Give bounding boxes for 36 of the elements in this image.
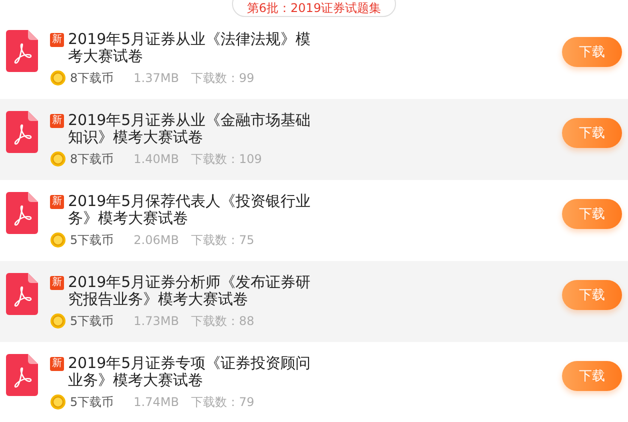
file-size: 1.40MB: [134, 152, 179, 166]
download-cost: 5下载币: [70, 312, 114, 330]
coin-icon: [50, 70, 66, 86]
file-title[interactable]: 2019年5月证券从业《金融市场基础知识》模考大赛试卷: [68, 112, 314, 146]
batch-label: 第6批：2019证券试题集: [232, 0, 396, 17]
coin-icon: [50, 232, 66, 248]
coin-icon: [50, 394, 66, 410]
file-size: 1.73MB: [134, 314, 179, 328]
download-count: 下载数：109: [190, 150, 262, 168]
download-count: 下载数：99: [190, 70, 254, 86]
pdf-file-icon: [6, 110, 38, 152]
download-count: 下载数：79: [190, 394, 254, 410]
new-badge: 新: [50, 114, 64, 128]
download-count: 下载数：88: [190, 312, 254, 330]
pdf-file-icon: [6, 272, 38, 314]
pdf-file-icon: [6, 30, 38, 72]
file-title[interactable]: 2019年5月保荐代表人《投资银行业务》模考大赛试卷: [68, 192, 314, 226]
download-cost: 8下载币: [70, 150, 114, 168]
new-badge: 新: [50, 276, 64, 290]
file-size: 1.74MB: [134, 395, 179, 409]
file-title[interactable]: 2019年5月证券专项《证券投资顾问业务》模考大赛试卷: [68, 354, 314, 388]
new-badge: 新: [50, 356, 64, 370]
file-size: 2.06MB: [134, 233, 179, 247]
download-cost: 5下载币: [70, 394, 114, 410]
file-title[interactable]: 2019年5月证券从业《法律法规》模考大赛试卷: [68, 30, 314, 64]
download-cost: 5下载币: [70, 232, 114, 248]
pdf-file-icon: [6, 192, 38, 234]
pdf-file-icon: [6, 354, 38, 396]
coin-icon: [50, 313, 66, 329]
download-count: 下载数：75: [190, 232, 254, 248]
coin-icon: [50, 151, 66, 167]
new-badge: 新: [50, 32, 64, 46]
file-title[interactable]: 2019年5月证券分析师《发布证券研究报告业务》模考大赛试卷: [68, 274, 314, 308]
download-cost: 8下载币: [70, 70, 114, 86]
new-badge: 新: [50, 194, 64, 208]
file-size: 1.37MB: [134, 71, 179, 85]
